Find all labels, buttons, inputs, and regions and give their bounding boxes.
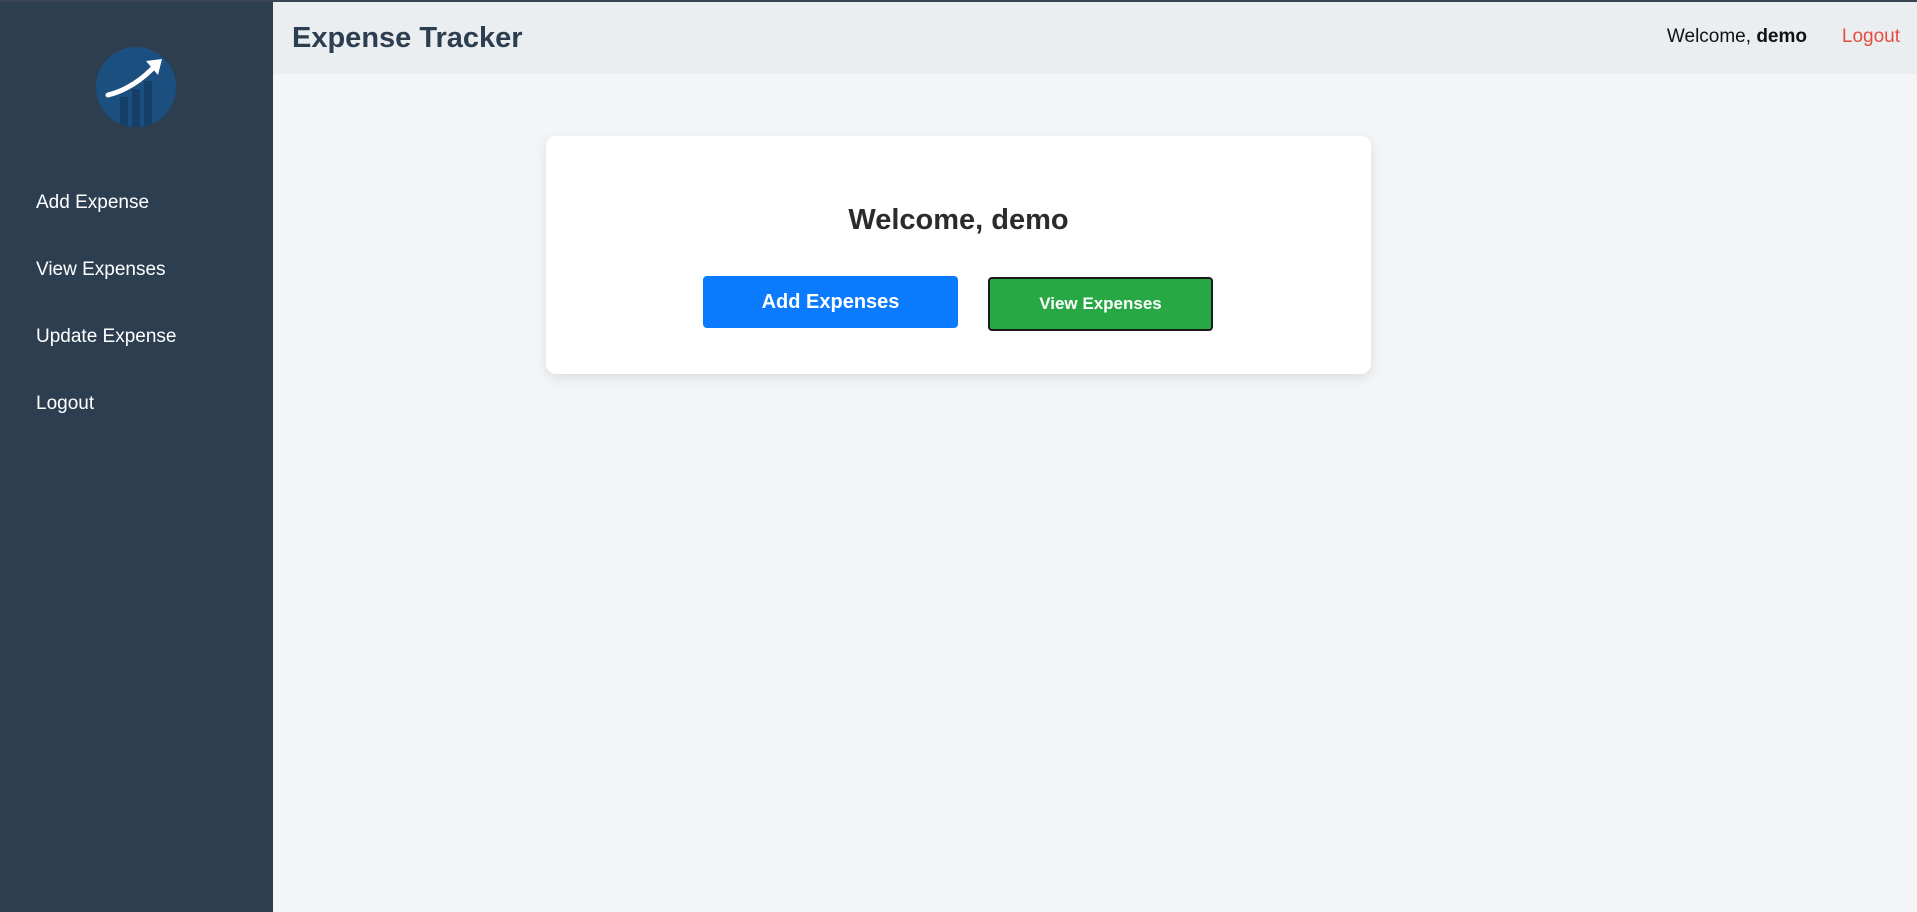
welcome-card: Welcome, demo Add Expenses View Expenses: [546, 136, 1371, 374]
sidebar-nav: Add Expense View Expenses Update Expense…: [0, 178, 273, 446]
sidebar-item-add-expense[interactable]: Add Expense: [0, 178, 273, 245]
username: demo: [1756, 26, 1807, 47]
sidebar-item-logout[interactable]: Logout: [0, 379, 273, 446]
sidebar-item-view-expenses[interactable]: View Expenses: [0, 245, 273, 312]
header-welcome-text: Welcome, demo: [1667, 26, 1807, 48]
add-expenses-button[interactable]: Add Expenses: [703, 276, 958, 328]
view-expenses-button[interactable]: View Expenses: [988, 277, 1213, 331]
welcome-prefix: Welcome,: [1666, 26, 1757, 47]
welcome-heading: Welcome, demo: [848, 204, 1069, 236]
sidebar-item-update-expense[interactable]: Update Expense: [0, 312, 273, 379]
top-header: Expense Tracker Welcome, demo Logout: [273, 2, 1917, 74]
trending-up-chart-icon: [96, 47, 176, 127]
app-title: Expense Tracker: [292, 22, 523, 54]
header-logout-link[interactable]: Logout: [1842, 26, 1900, 48]
sidebar: Add Expense View Expenses Update Expense…: [0, 2, 273, 912]
